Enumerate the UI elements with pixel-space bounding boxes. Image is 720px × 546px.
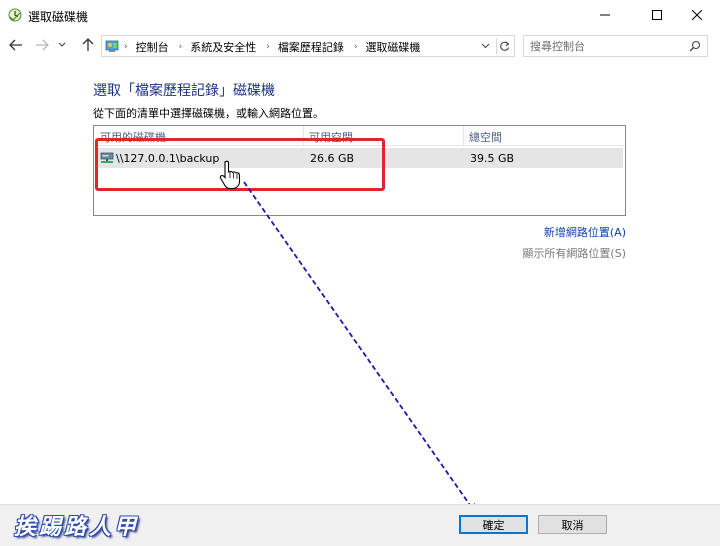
breadcrumb-item[interactable]: 系統及安全性 (190, 39, 256, 55)
chevron-right-icon: › (266, 42, 270, 52)
magnifier-icon[interactable] (689, 40, 701, 52)
ok-button[interactable]: 確定 (459, 515, 528, 534)
column-divider (463, 126, 464, 146)
refresh-button[interactable] (496, 38, 512, 54)
chevron-down-icon (481, 43, 489, 49)
arrow-up-icon (82, 38, 94, 51)
chevron-right-icon: › (353, 42, 358, 52)
arrow-right-icon (36, 39, 49, 51)
hand-cursor-icon (219, 160, 241, 190)
instruction-text: 從下面的清單中選擇磁碟機，或輸入網路位置。 (93, 107, 324, 120)
window-title: 選取磁碟機 (28, 10, 89, 24)
breadcrumb: › 控制台 › 系統及安全性 › 檔案歷程記錄 › 選取磁碟機 (124, 39, 430, 55)
breadcrumb-item[interactable]: 控制台 (136, 39, 169, 55)
close-button[interactable] (674, 0, 720, 30)
breadcrumb-item[interactable]: 選取磁碟機 (365, 39, 420, 55)
maximize-icon (652, 10, 662, 20)
minimize-icon (600, 14, 610, 16)
column-header-total[interactable]: 總空間 (469, 129, 502, 145)
minimize-button[interactable] (582, 0, 628, 30)
search-box[interactable] (523, 35, 708, 57)
watermark: 挨踢路人甲 (14, 514, 140, 540)
control-panel-icon (105, 40, 119, 52)
chevron-right-icon: › (178, 42, 183, 52)
navigation-bar: › 控制台 › 系統及安全性 › 檔案歷程記錄 › 選取磁碟機 (0, 30, 720, 60)
address-bar[interactable]: › 控制台 › 系統及安全性 › 檔案歷程記錄 › 選取磁碟機 (101, 35, 515, 57)
file-history-icon (8, 8, 22, 22)
drive-total-space: 39.5 GB (470, 152, 515, 165)
title-bar: 選取磁碟機 (0, 0, 720, 30)
add-network-location-link[interactable]: 新增網路位置(A) (544, 224, 626, 240)
up-button[interactable] (78, 36, 98, 54)
close-icon (692, 10, 702, 20)
chevron-right-icon: › (124, 42, 128, 52)
address-dropdown-button[interactable] (478, 39, 492, 53)
page-title: 選取「檔案歷程記錄」磁碟機 (93, 83, 275, 99)
arrow-left-icon (9, 39, 22, 51)
forward-button[interactable] (32, 36, 52, 54)
recent-locations-button[interactable] (56, 36, 68, 54)
back-button[interactable] (6, 36, 26, 54)
search-input[interactable] (530, 39, 680, 53)
cancel-button[interactable]: 取消 (538, 515, 607, 534)
refresh-icon (500, 41, 510, 51)
breadcrumb-item[interactable]: 檔案歷程記錄 (278, 39, 344, 55)
chevron-down-icon (58, 42, 66, 47)
show-all-network-locations-link: 顯示所有網路位置(S) (522, 247, 626, 260)
dialog-footer: 挨踢路人甲 確定 取消 (0, 504, 720, 546)
